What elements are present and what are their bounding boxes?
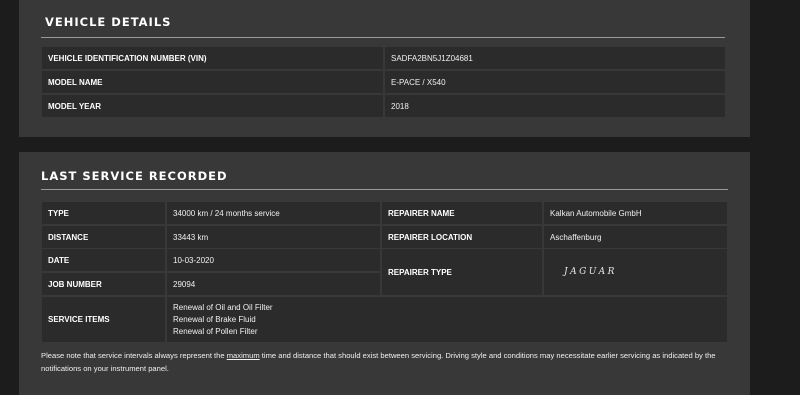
note-emphasis: maximum (226, 351, 260, 360)
repairer-name-label: REPAIRER NAME (382, 202, 542, 224)
repairer-location-label: REPAIRER LOCATION (382, 226, 542, 248)
service-item: Renewal of Oil and Oil Filter (173, 302, 273, 312)
vehicle-details-panel: VEHICLE DETAILS VEHICLE IDENTIFICATION N… (19, 0, 750, 137)
repairer-name-value: Kalkan Automobile GmbH (544, 202, 727, 224)
note-text-start: Please note that service intervals alway… (41, 351, 227, 360)
model-year-label: MODEL YEAR (42, 95, 383, 117)
last-service-title: LAST SERVICE RECORDED (41, 169, 228, 183)
repairer-location-value: Aschaffenburg (544, 226, 727, 248)
model-year-value: 2018 (385, 95, 725, 117)
repairer-type-label: REPAIRER TYPE (382, 249, 542, 295)
service-item: Renewal of Pollen Filter (173, 326, 258, 336)
date-label: DATE (42, 249, 165, 271)
last-service-panel: LAST SERVICE RECORDED TYPE 34000 km / 24… (19, 152, 750, 395)
type-value: 34000 km / 24 months service (167, 202, 380, 224)
date-value: 10-03-2020 (167, 249, 380, 271)
service-interval-note: Please note that service intervals alway… (41, 349, 731, 375)
model-name-label: MODEL NAME (42, 71, 383, 93)
service-items-label: SERVICE ITEMS (42, 297, 165, 342)
model-name-value: E-PACE / X540 (385, 71, 725, 93)
job-number-label: JOB NUMBER (42, 273, 165, 295)
job-number-value: 29094 (167, 273, 380, 295)
vehicle-details-divider (41, 37, 725, 38)
jaguar-logo: JAGUAR (544, 249, 727, 295)
distance-label: DISTANCE (42, 226, 165, 248)
vin-label: VEHICLE IDENTIFICATION NUMBER (VIN) (42, 47, 383, 69)
service-item: Renewal of Brake Fluid (173, 314, 256, 324)
vin-value: SADFA2BN5J1Z04681 (385, 47, 725, 69)
service-items-list: Renewal of Oil and Oil Filter Renewal of… (167, 297, 727, 342)
type-label: TYPE (42, 202, 165, 224)
last-service-divider (41, 189, 728, 190)
vehicle-details-title: VEHICLE DETAILS (45, 15, 172, 29)
distance-value: 33443 km (167, 226, 380, 248)
